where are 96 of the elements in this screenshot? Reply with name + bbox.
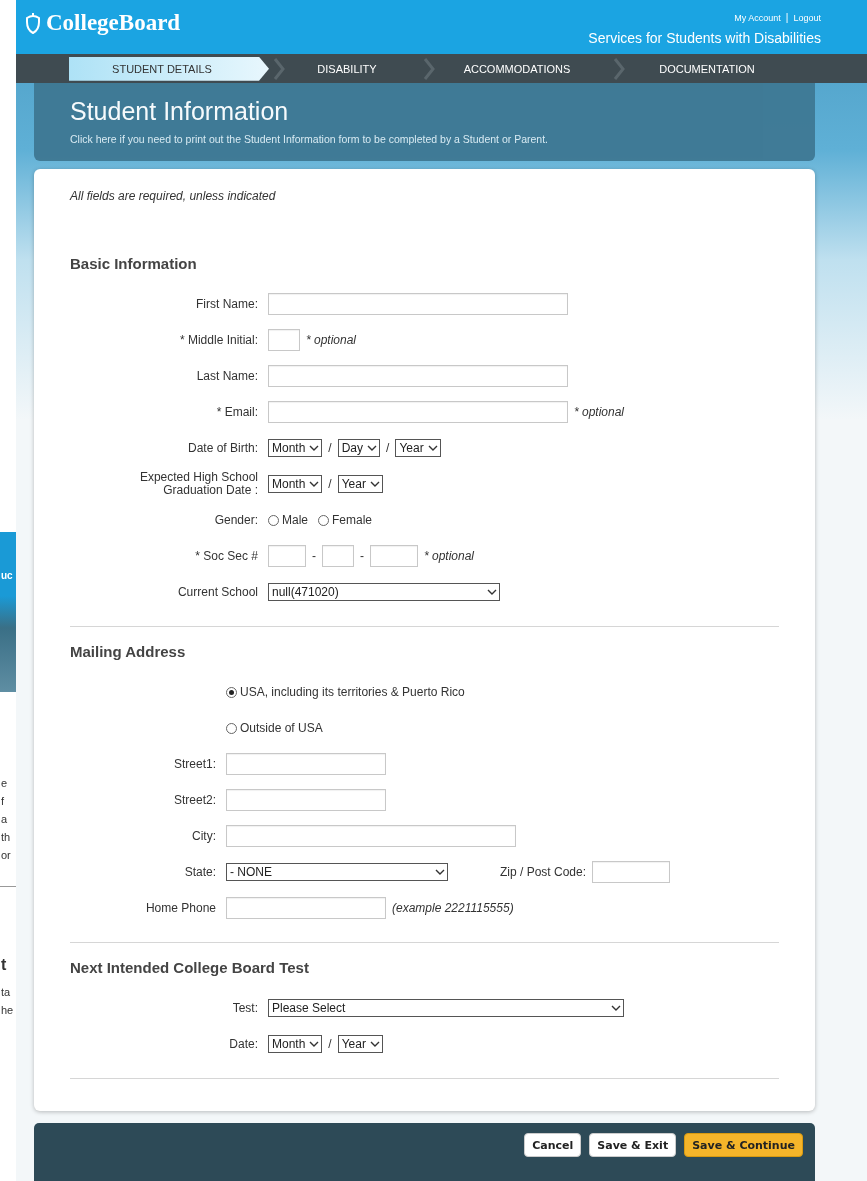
text-fragment: f xyxy=(1,794,6,809)
hint-text: * optional xyxy=(424,549,475,563)
text-fragment: ta xyxy=(1,985,12,1000)
radio-button[interactable] xyxy=(268,514,279,526)
field-label: State: xyxy=(183,865,216,879)
text-fragment: he xyxy=(1,1003,15,1018)
dropdown[interactable]: Month xyxy=(268,1035,323,1053)
dropdown[interactable]: Year xyxy=(395,439,441,457)
separator-text: - xyxy=(312,549,316,563)
caret-icon xyxy=(427,444,438,452)
field-label: Date of Birth: xyxy=(186,441,258,455)
caret-icon xyxy=(435,868,445,876)
text-field[interactable] xyxy=(268,365,568,387)
text-field[interactable] xyxy=(268,293,568,315)
separator-text: / xyxy=(328,1037,332,1051)
caret-icon xyxy=(369,480,380,488)
separator-text: / xyxy=(386,441,390,455)
text-fragment: a xyxy=(1,812,9,827)
section-heading: Basic Information xyxy=(70,255,198,272)
text-field[interactable] xyxy=(268,401,568,423)
field-label: * Soc Sec # xyxy=(194,549,258,563)
required-note: All fields are required, unless indicated xyxy=(70,189,277,203)
text-fragment: or xyxy=(1,848,12,863)
caret-icon xyxy=(309,1040,320,1048)
radio-button[interactable] xyxy=(226,722,237,734)
radio-button[interactable] xyxy=(226,686,237,698)
field-label: Home Phone xyxy=(144,901,216,915)
section-heading: Next Intended College Board Test xyxy=(70,959,310,976)
dropdown[interactable]: null(471020) xyxy=(268,583,500,601)
text-field[interactable] xyxy=(322,545,354,567)
field-label: * Email: xyxy=(215,405,258,419)
field-label: Last Name: xyxy=(195,369,258,383)
hint-text: (example 2221115555) xyxy=(392,901,514,915)
field-label: Current School xyxy=(176,585,258,599)
dropdown[interactable]: Year xyxy=(337,475,383,493)
step-tab[interactable]: STUDENT DETAILS xyxy=(69,56,269,81)
text-field[interactable] xyxy=(226,753,386,775)
dropdown[interactable]: Please Select xyxy=(268,999,624,1017)
text-fragment: th xyxy=(1,830,12,845)
page-title: Student Information xyxy=(70,97,290,126)
radio-label[interactable]: USA, including its territories & Puerto Rico xyxy=(240,685,465,699)
text-fragment: uc xyxy=(1,570,14,581)
chevron-icon xyxy=(613,56,625,81)
caret-icon xyxy=(369,1040,380,1048)
field-label: City: xyxy=(191,829,216,843)
step-tab[interactable]: DOCUMENTATION xyxy=(629,56,799,81)
step-tab[interactable]: ACCOMMODATIONS xyxy=(439,56,609,81)
hint-text: * optional xyxy=(574,405,625,419)
hint-text: * optional xyxy=(306,333,357,347)
logo-text: CollegeBoard xyxy=(46,10,181,36)
field-label: First Name: xyxy=(195,297,258,311)
text-field[interactable] xyxy=(268,329,300,351)
dropdown[interactable]: Day xyxy=(337,439,381,457)
acorn-logo-icon xyxy=(24,12,42,34)
field-label: Street1: xyxy=(172,757,216,771)
radio-label[interactable]: Outside of USA xyxy=(240,721,323,735)
footer-button[interactable]: Cancel xyxy=(524,1133,582,1157)
text-field[interactable] xyxy=(370,545,418,567)
caret-icon xyxy=(309,480,320,488)
separator-text: - xyxy=(360,549,364,563)
radio-label[interactable]: Female xyxy=(332,513,373,527)
field-label: Expected High School Graduation Date : xyxy=(138,471,258,497)
field-label: * Middle Initial: xyxy=(178,333,258,347)
step-tab[interactable]: DISABILITY xyxy=(289,56,419,81)
text-field[interactable] xyxy=(226,897,386,919)
dropdown[interactable]: Month xyxy=(268,439,323,457)
field-label: Street2: xyxy=(172,793,216,807)
field-label: Gender: xyxy=(213,513,258,527)
text-field[interactable] xyxy=(592,861,671,883)
field-label: Test: xyxy=(231,1001,258,1015)
text-field[interactable] xyxy=(226,789,386,811)
radio-button[interactable] xyxy=(318,514,329,526)
separator-text: / xyxy=(328,477,332,491)
text-field[interactable] xyxy=(226,825,516,847)
text-fragment: t xyxy=(1,955,8,975)
radio-label[interactable]: Male xyxy=(282,513,308,527)
dropdown[interactable]: - NONE xyxy=(226,863,448,881)
text-field[interactable] xyxy=(268,545,306,567)
chevron-icon xyxy=(423,56,435,81)
caret-icon xyxy=(367,444,378,452)
field-label: Date: xyxy=(228,1037,258,1051)
caret-icon xyxy=(611,1004,621,1012)
caret-icon xyxy=(309,444,320,452)
print-form-link[interactable]: Click here if you need to print out the Student Information form to be completed by a Student or Parent. xyxy=(70,133,779,145)
link-separator: | xyxy=(785,12,789,23)
footer-button[interactable]: Save & Exit xyxy=(589,1133,677,1157)
separator-text: / xyxy=(328,441,332,455)
caret-icon xyxy=(487,588,497,596)
field-label: Zip / Post Code: xyxy=(500,865,587,879)
save-continue-button[interactable]: Save & Continue xyxy=(684,1133,803,1157)
dropdown[interactable]: Year xyxy=(337,1035,383,1053)
text-fragment: e xyxy=(1,776,9,791)
dropdown[interactable]: Month xyxy=(268,475,323,493)
site-subtitle: Services for Students with Disabilities xyxy=(588,30,821,46)
chevron-icon xyxy=(273,56,285,81)
section-heading: Mailing Address xyxy=(70,643,187,660)
